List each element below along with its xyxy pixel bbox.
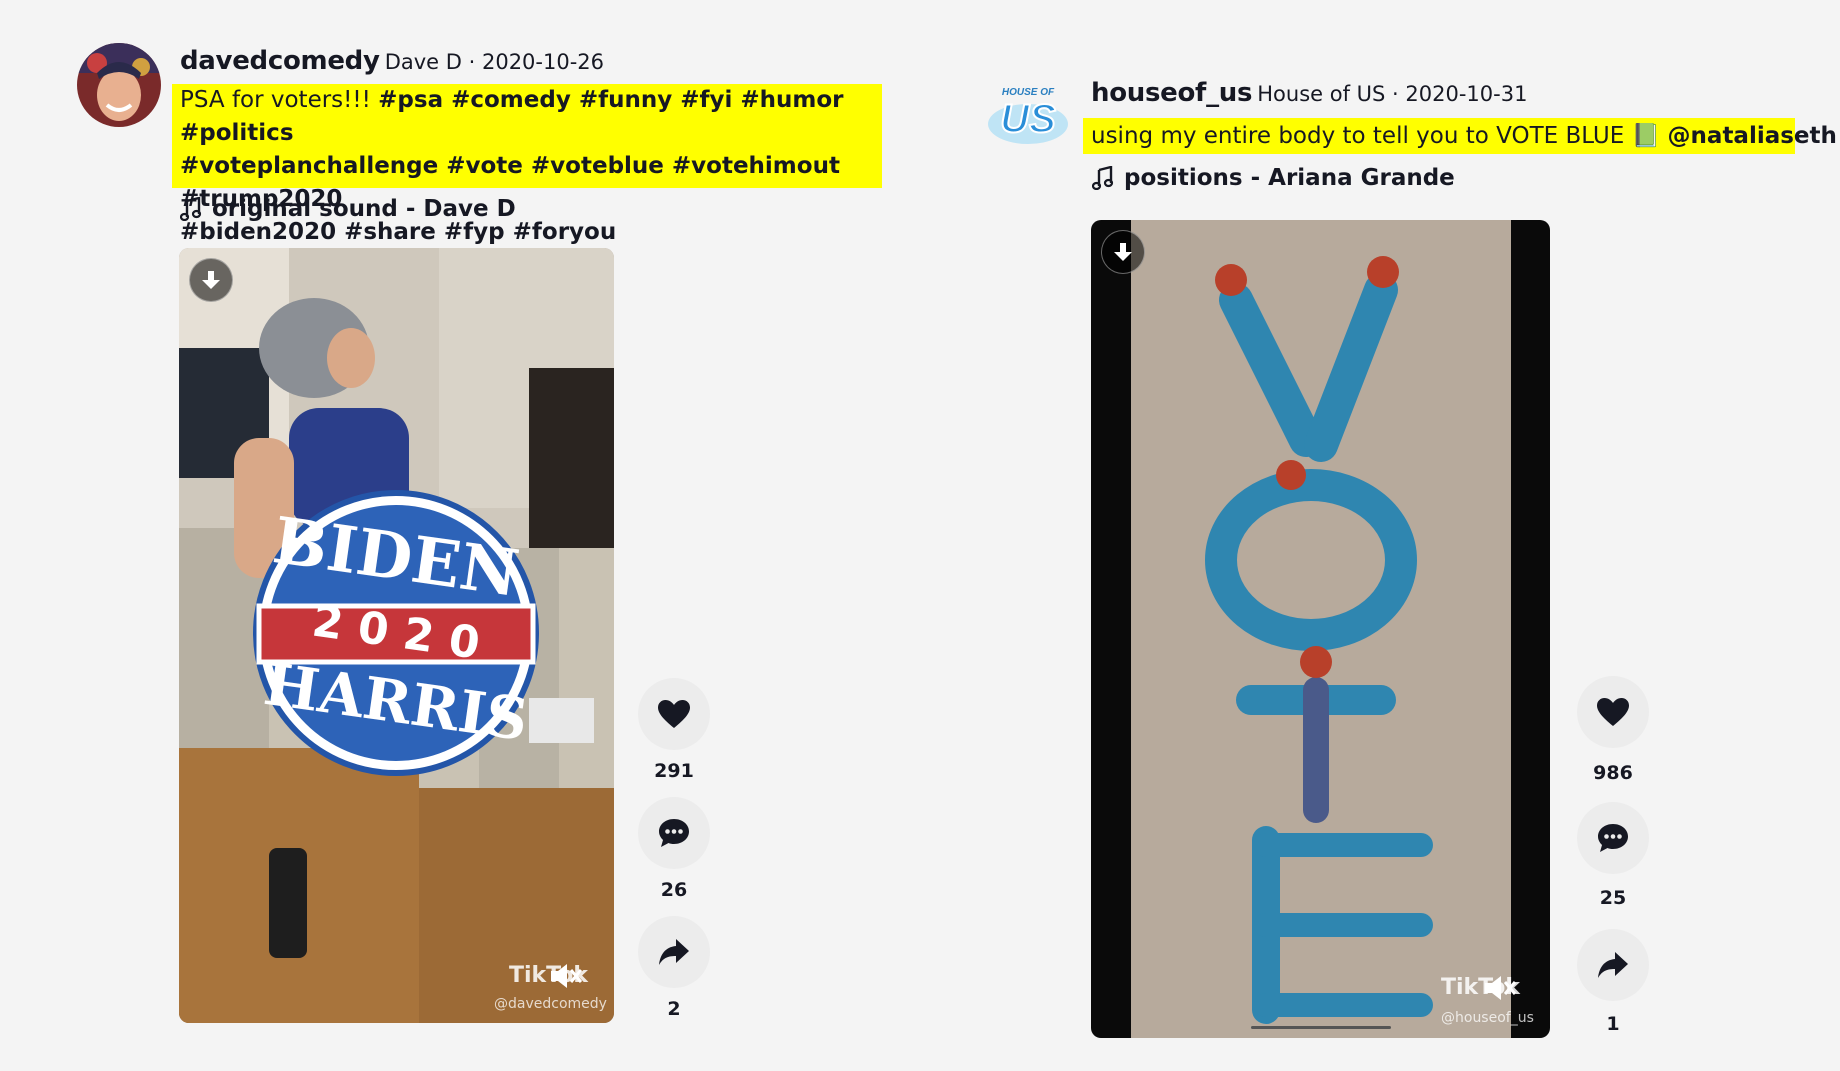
- mute-icon[interactable]: [549, 961, 585, 991]
- post1-header: davedcomedy Dave D · 2020-10-26: [180, 46, 605, 76]
- download-button[interactable]: [1101, 230, 1145, 274]
- like-button[interactable]: [1577, 676, 1649, 748]
- comment-icon: [659, 819, 689, 847]
- caption-text: using my entire body to tell you to VOTE…: [1091, 123, 1632, 149]
- heart-icon: [1597, 698, 1629, 726]
- share-arrow-icon: [1598, 952, 1628, 978]
- music-title: original sound - Dave D: [212, 196, 516, 222]
- post-date: 2020-10-26: [481, 50, 605, 74]
- music-title: positions - Ariana Grande: [1124, 165, 1455, 191]
- post2-caption: using my entire body to tell you to VOTE…: [1083, 118, 1837, 154]
- avatar-image: [77, 43, 161, 127]
- download-arrow-icon: [202, 271, 220, 289]
- comment-count: 26: [660, 879, 688, 901]
- like-count: 291: [654, 760, 694, 782]
- download-arrow-icon: [1114, 243, 1132, 261]
- comment-button[interactable]: [638, 797, 710, 869]
- music-note-icon: [1092, 166, 1114, 190]
- watermark-handle: @houseof_us: [1441, 1010, 1534, 1026]
- watermark-handle: @davedcomedy: [494, 996, 607, 1012]
- house-of-us-logo: HOUSE OF US: [988, 87, 1068, 144]
- post2-music[interactable]: positions - Ariana Grande: [1092, 165, 1455, 191]
- avatar-davedcomedy[interactable]: [77, 43, 161, 127]
- post2-video[interactable]: TikTok @houseof_us: [1091, 220, 1550, 1038]
- post-date: 2020-10-31: [1405, 82, 1528, 106]
- post1-video[interactable]: BIDEN 2 0 2 0 HARRIS TikTok @davedcomedy: [179, 248, 614, 1023]
- share-arrow-icon: [659, 939, 689, 965]
- like-button[interactable]: [638, 678, 710, 750]
- caption-mention[interactable]: @nataliaseth: [1668, 123, 1837, 149]
- share-button[interactable]: [638, 916, 710, 988]
- display-name: Dave D: [384, 50, 462, 74]
- post1-music[interactable]: original sound - Dave D: [180, 196, 516, 222]
- comment-button[interactable]: [1577, 802, 1649, 874]
- heart-icon: [658, 700, 690, 728]
- logo-text-main: US: [1000, 97, 1056, 141]
- video-frame: [1091, 220, 1550, 1038]
- caption-text: PSA for voters!!!: [180, 87, 379, 113]
- display-name: House of US: [1257, 82, 1386, 106]
- avatar-houseof_us[interactable]: HOUSE OF US: [985, 80, 1071, 146]
- comment-count: 25: [1599, 887, 1627, 909]
- share-button[interactable]: [1577, 929, 1649, 1001]
- download-button[interactable]: [189, 258, 233, 302]
- post2-header: houseof_us House of US · 2020-10-31: [1091, 78, 1528, 108]
- mute-icon[interactable]: [1483, 973, 1519, 1003]
- music-note-icon: [180, 197, 202, 221]
- username[interactable]: houseof_us: [1091, 78, 1252, 108]
- like-count: 986: [1593, 762, 1633, 784]
- username[interactable]: davedcomedy: [180, 46, 380, 76]
- comment-icon: [1598, 824, 1628, 852]
- share-count: 2: [667, 998, 681, 1020]
- book-emoji: 📗: [1631, 123, 1661, 149]
- post1-caption: PSA for voters!!! #psa #comedy #funny #f…: [172, 84, 882, 245]
- share-count: 1: [1606, 1013, 1620, 1035]
- campaign-sticker: BIDEN 2 0 2 0 HARRIS: [251, 488, 541, 778]
